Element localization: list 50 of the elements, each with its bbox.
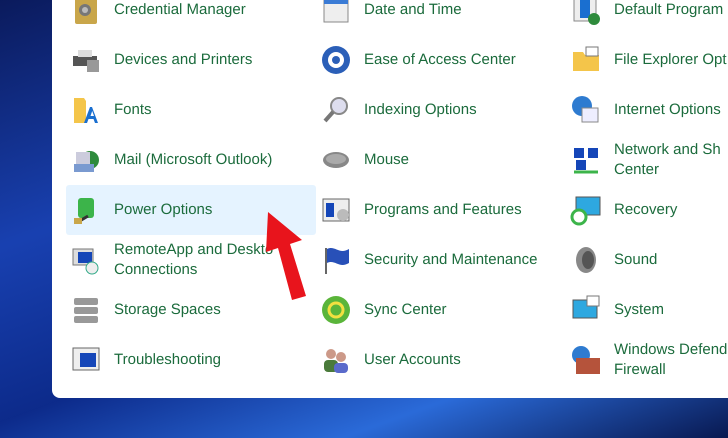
item-label: Indexing Options [364, 100, 477, 120]
item-label: Power Options [114, 200, 212, 220]
item-label: Sync Center [364, 300, 447, 320]
control-panel-item[interactable]: Devices and Printers [66, 35, 316, 85]
item-label: Date and Time [364, 0, 462, 20]
control-panel-item[interactable]: Network and Sh Center [566, 135, 728, 185]
item-label: Programs and Features [364, 200, 522, 220]
control-panel-item[interactable]: Recovery [566, 185, 728, 235]
control-panel-item[interactable]: Windows Defend Firewall [566, 335, 728, 385]
control-panel-item[interactable]: File Explorer Opt [566, 35, 728, 85]
item-label: Storage Spaces [114, 300, 221, 320]
item-label: Security and Maintenance [364, 250, 538, 270]
control-panel-item[interactable]: Credential Manager [66, 0, 316, 35]
control-panel-item[interactable]: Security and Maintenance [316, 235, 566, 285]
recovery-monitor-icon [570, 194, 602, 226]
control-panel-item[interactable]: Date and Time [316, 0, 566, 35]
control-panel-item[interactable]: Sound [566, 235, 728, 285]
item-label: Ease of Access Center [364, 50, 516, 70]
control-panel-item[interactable]: Programs and Features [316, 185, 566, 235]
control-panel-item[interactable]: User Accounts [316, 335, 566, 385]
control-panel-item[interactable]: Default Program [566, 0, 728, 35]
item-label: Troubleshooting [114, 350, 222, 370]
control-panel-item[interactable]: Mouse [316, 135, 566, 185]
item-label: Recovery [614, 200, 678, 220]
control-panel-item[interactable]: Internet Options [566, 85, 728, 135]
control-panel-item[interactable]: Power Options [66, 185, 316, 235]
item-label: Windows Defend Firewall [614, 340, 728, 380]
item-label: Default Program [614, 0, 724, 20]
item-label: Fonts [114, 100, 152, 120]
item-label: User Accounts [364, 350, 461, 370]
control-panel-item[interactable]: Fonts [66, 85, 316, 135]
item-label: Network and Sh Center [614, 140, 721, 180]
item-label: System [614, 300, 664, 320]
firewall-globe-icon [570, 344, 602, 376]
item-label: Mouse [364, 150, 410, 170]
sync-icon [320, 294, 352, 326]
item-label: File Explorer Opt [614, 50, 727, 70]
control-panel-item[interactable]: Mail (Microsoft Outlook) [66, 135, 316, 185]
item-label: Sound [614, 250, 658, 270]
control-panel-item[interactable]: Sync Center [316, 285, 566, 335]
control-panel-item[interactable]: Ease of Access Center [316, 35, 566, 85]
item-label: Internet Options [614, 100, 721, 120]
item-label: Devices and Printers [114, 50, 252, 70]
item-label: Mail (Microsoft Outlook) [114, 150, 272, 170]
item-label: Credential Manager [114, 0, 246, 20]
control-panel-item[interactable]: Indexing Options [316, 85, 566, 135]
control-panel-item[interactable]: Troubleshooting [66, 335, 316, 385]
control-panel-item[interactable]: Storage Spaces [66, 285, 316, 335]
control-panel-item[interactable]: System [566, 285, 728, 335]
accessibility-icon [320, 44, 352, 76]
